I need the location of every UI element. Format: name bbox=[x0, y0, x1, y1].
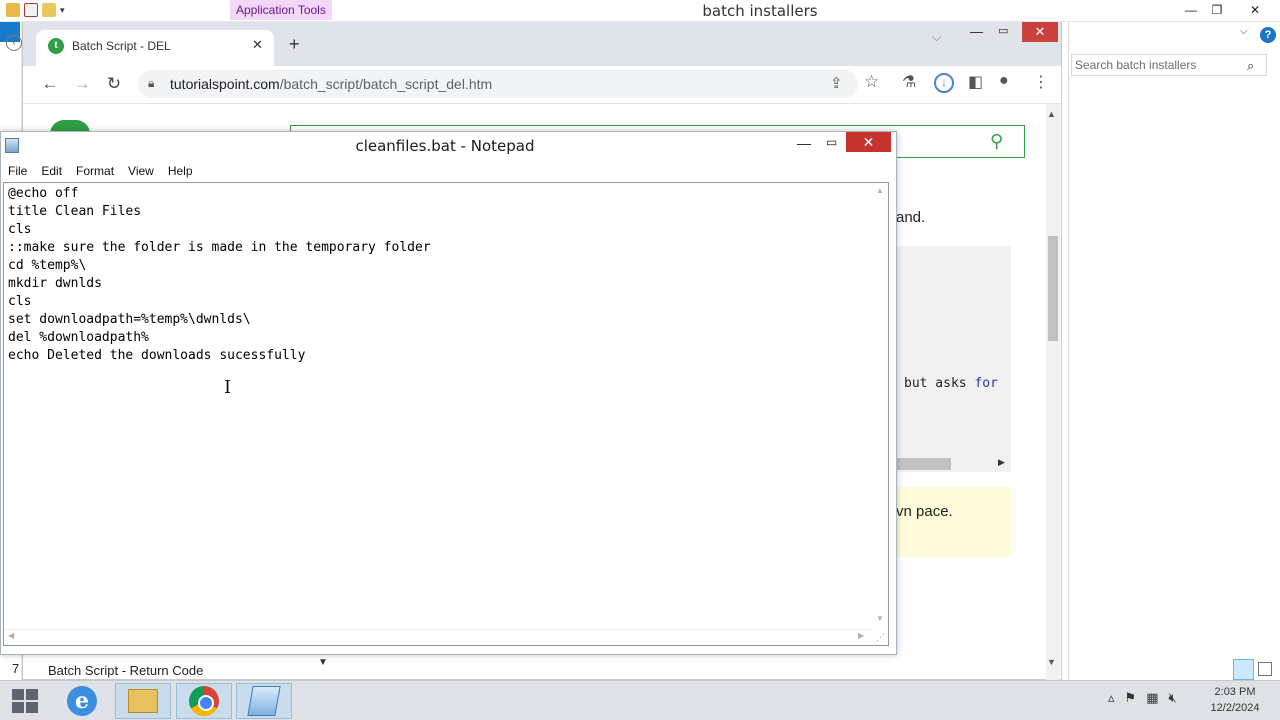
page-code-line: but asks for bbox=[904, 376, 998, 391]
url-text: tutorialspoint.com/batch_script/batch_sc… bbox=[170, 76, 492, 92]
reload-icon[interactable]: ↻ bbox=[102, 72, 126, 96]
site-search-icon[interactable]: ⚲ bbox=[990, 131, 1003, 152]
notepad-menu-bar: File Edit Format View Help bbox=[1, 160, 896, 182]
folder-icon[interactable] bbox=[6, 3, 20, 17]
explorer-right-pane bbox=[1068, 22, 1280, 680]
extensions-flask-icon[interactable]: ⚗ bbox=[902, 72, 916, 92]
network-icon[interactable]: ▦ bbox=[1146, 690, 1158, 706]
code-fragment: but asks bbox=[904, 376, 975, 391]
clock-date[interactable]: 12/2/2024 bbox=[1204, 702, 1266, 714]
windows-logo-icon bbox=[12, 689, 24, 700]
tab-title: Batch Script - DEL bbox=[72, 39, 171, 53]
scroll-right-arrow-icon[interactable]: ▶ bbox=[998, 457, 1005, 468]
chevron-down-icon[interactable]: ⌵ bbox=[1240, 26, 1248, 37]
profile-avatar-icon[interactable]: ● bbox=[999, 72, 1009, 90]
quick-access-toolbar: ▾ bbox=[6, 3, 65, 17]
menu-file[interactable]: File bbox=[8, 164, 27, 178]
search-icon[interactable]: ⌕ bbox=[1247, 58, 1254, 74]
menu-view[interactable]: View bbox=[128, 164, 154, 178]
menu-format[interactable]: Format bbox=[76, 164, 114, 178]
tab-search-chevron-icon[interactable]: ⌵ bbox=[932, 30, 941, 45]
scroll-up-arrow-icon[interactable]: ▲ bbox=[1047, 109, 1056, 119]
scroll-left-arrow-icon[interactable]: ◀ bbox=[8, 631, 14, 640]
text-cursor-icon: I bbox=[224, 377, 232, 398]
chrome-maximize-button[interactable]: ▭ bbox=[998, 24, 1008, 37]
taskbar-file-explorer[interactable] bbox=[115, 683, 171, 719]
scroll-up-arrow-icon[interactable]: ▲ bbox=[876, 186, 884, 195]
notepad-maximize-button[interactable]: ▭ bbox=[826, 135, 837, 149]
notepad-minimize-button[interactable]: — bbox=[797, 135, 811, 151]
application-tools-tab[interactable]: Application Tools bbox=[230, 0, 332, 20]
page-scroll-thumb[interactable] bbox=[1048, 236, 1058, 341]
back-icon[interactable]: ‹ bbox=[6, 35, 22, 51]
action-center-flag-icon[interactable]: ⚑ bbox=[1125, 690, 1137, 706]
system-tray: ▵ ⚑ ▦ 🔇︎ bbox=[1108, 690, 1177, 706]
notepad-window-title: cleanfiles.bat - Notepad bbox=[355, 137, 535, 155]
explorer-maximize-button[interactable]: ❐ bbox=[1202, 0, 1232, 20]
help-icon[interactable]: ? bbox=[1260, 27, 1276, 43]
next-topic-heading[interactable]: Batch Script - Return Code bbox=[48, 663, 203, 678]
share-icon[interactable]: ⇪ bbox=[830, 74, 843, 92]
notepad-vertical-scrollbar[interactable] bbox=[872, 183, 888, 629]
explorer-window-title: batch installers bbox=[702, 2, 818, 20]
dropdown-arrow-icon[interactable]: ▼ bbox=[318, 657, 328, 668]
internet-explorer-icon: e bbox=[67, 686, 97, 716]
start-button[interactable] bbox=[10, 688, 40, 714]
explorer-search-placeholder: Search batch installers bbox=[1075, 58, 1197, 72]
customize-toolbar-icon[interactable]: ▾ bbox=[60, 5, 65, 16]
bookmark-star-icon[interactable]: ☆ bbox=[864, 72, 879, 92]
taskbar-internet-explorer[interactable]: e bbox=[54, 683, 110, 719]
page-note-text: vn pace. bbox=[896, 503, 953, 520]
tutorialspoint-favicon-icon: t bbox=[48, 38, 64, 54]
list-number: 7 bbox=[12, 661, 20, 676]
new-tab-button[interactable]: + bbox=[289, 34, 300, 55]
new-folder-icon[interactable] bbox=[42, 3, 56, 17]
lock-icon[interactable]: 🔒︎ bbox=[148, 76, 154, 91]
large-icons-view-icon[interactable] bbox=[1258, 662, 1272, 676]
code-block-scroll-thumb[interactable] bbox=[897, 458, 951, 470]
forward-arrow-icon[interactable]: → bbox=[70, 72, 94, 96]
notepad-icon bbox=[247, 686, 281, 716]
url-path: /batch_script/batch_script_del.htm bbox=[279, 76, 493, 92]
page-note-box bbox=[896, 487, 1011, 557]
tab-close-icon[interactable]: ✕ bbox=[252, 37, 263, 53]
taskbar-chrome[interactable] bbox=[176, 683, 232, 719]
notepad-app-icon[interactable] bbox=[5, 138, 19, 153]
properties-icon[interactable] bbox=[24, 3, 38, 17]
chrome-close-button[interactable]: ✕ bbox=[1022, 22, 1058, 42]
clock-time[interactable]: 2:03 PM bbox=[1210, 686, 1260, 698]
code-keyword: for bbox=[974, 376, 998, 391]
explorer-close-button[interactable]: ✕ bbox=[1232, 0, 1278, 20]
page-scrollbar[interactable] bbox=[1046, 104, 1060, 680]
url-host: tutorialspoint.com bbox=[170, 76, 280, 92]
page-paragraph-text: and. bbox=[896, 209, 926, 226]
windows-logo-icon bbox=[12, 702, 24, 713]
scroll-down-arrow-icon[interactable]: ▼ bbox=[876, 614, 884, 623]
scroll-right-arrow-icon[interactable]: ▶ bbox=[858, 631, 864, 640]
notepad-close-button[interactable]: ✕ bbox=[846, 132, 891, 152]
notepad-horizontal-scrollbar[interactable] bbox=[4, 629, 872, 645]
menu-edit[interactable]: Edit bbox=[41, 164, 62, 178]
taskbar-notepad[interactable] bbox=[236, 683, 292, 719]
scroll-down-arrow-icon[interactable]: ▼ bbox=[1047, 657, 1056, 667]
download-icon[interactable]: ↓ bbox=[934, 73, 954, 93]
side-panel-icon[interactable]: ◧ bbox=[968, 72, 983, 92]
file-explorer-icon bbox=[128, 689, 158, 713]
notepad-file-content[interactable]: @echo off title Clean Files cls ::make s… bbox=[8, 185, 431, 365]
resize-grip-icon[interactable]: ⋰ bbox=[876, 632, 885, 643]
menu-help[interactable]: Help bbox=[168, 164, 193, 178]
windows-logo-icon bbox=[26, 702, 38, 713]
show-hidden-icons-icon[interactable]: ▵ bbox=[1108, 690, 1115, 706]
chrome-menu-icon[interactable]: ⋮ bbox=[1033, 72, 1049, 92]
page-code-block bbox=[896, 246, 1011, 472]
back-arrow-icon[interactable]: ← bbox=[38, 72, 62, 96]
details-view-icon[interactable] bbox=[1233, 659, 1254, 680]
windows-logo-icon bbox=[26, 689, 38, 700]
volume-muted-icon[interactable]: 🔇︎ bbox=[1168, 690, 1176, 706]
chrome-minimize-button[interactable]: — bbox=[970, 24, 983, 39]
chrome-icon bbox=[189, 686, 219, 716]
